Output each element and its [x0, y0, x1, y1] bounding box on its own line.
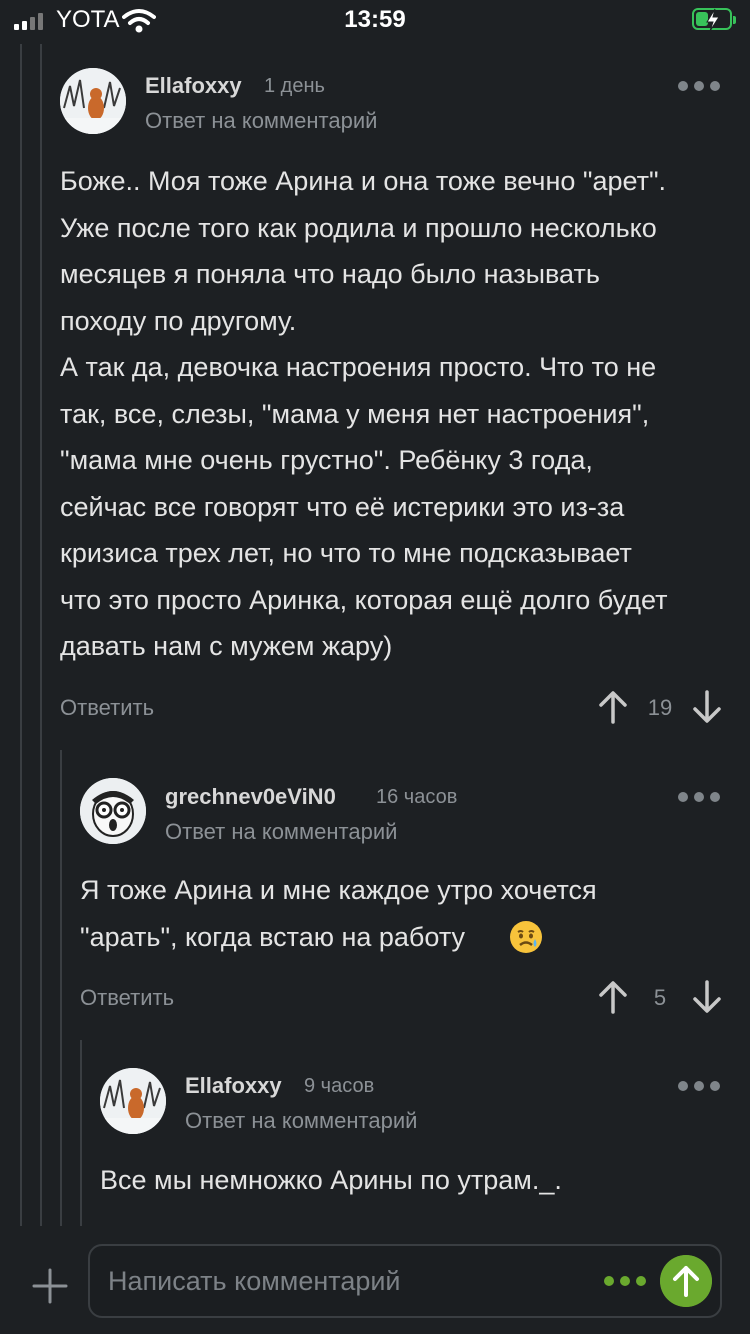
send-button[interactable] [660, 1255, 712, 1307]
thread-line [60, 750, 62, 1226]
reply-to-label[interactable]: Ответ на комментарий [185, 1108, 417, 1134]
more-options-icon[interactable] [604, 1276, 646, 1286]
plus-icon[interactable] [30, 1266, 70, 1306]
comment-age: 16 часов [376, 786, 458, 808]
clock: 13:59 [344, 6, 406, 33]
status-bar: YOTA 13:59 [0, 0, 750, 44]
avatar[interactable] [80, 778, 146, 844]
reply-button[interactable]: Ответить [80, 985, 174, 1011]
reply-to-label[interactable]: Ответ на комментарий [165, 819, 397, 845]
upvote-icon[interactable] [598, 690, 628, 724]
thread-line [40, 44, 42, 1226]
avatar[interactable] [60, 68, 126, 134]
reply-button[interactable]: Ответить [60, 695, 154, 721]
author-name[interactable]: grechnev0eViN0 [165, 784, 336, 810]
comment-rating: 19 [647, 695, 673, 720]
comment-age: 9 часов [304, 1075, 375, 1097]
comment-text: Все мы немножко Арины по утрам._. [100, 1165, 562, 1195]
downvote-icon[interactable] [692, 690, 722, 724]
reply-to-label[interactable]: Ответ на комментарий [145, 108, 377, 134]
more-options-icon[interactable] [678, 1081, 720, 1091]
crying-face-emoji-icon [510, 921, 542, 953]
comment-text: Боже.. Моя тоже Арина и она тоже вечно "… [60, 166, 668, 661]
more-options-icon[interactable] [678, 792, 720, 802]
comment-input-placeholder[interactable]: Написать комментарий [108, 1266, 401, 1297]
comment-rating: 5 [653, 985, 667, 1010]
upvote-icon[interactable] [598, 980, 628, 1014]
author-name[interactable]: Ellafoxxy [185, 1073, 282, 1099]
author-name[interactable]: Ellafoxxy [145, 73, 242, 99]
thread-line [80, 1040, 82, 1226]
thread-line [20, 44, 22, 1226]
comment-text: Я тоже Арина и мне каждое утро хочется "… [80, 875, 597, 952]
more-options-icon[interactable] [678, 81, 720, 91]
battery-icon [692, 8, 736, 32]
comment-age: 1 день [264, 75, 325, 97]
downvote-icon[interactable] [692, 980, 722, 1014]
avatar[interactable] [100, 1068, 166, 1134]
